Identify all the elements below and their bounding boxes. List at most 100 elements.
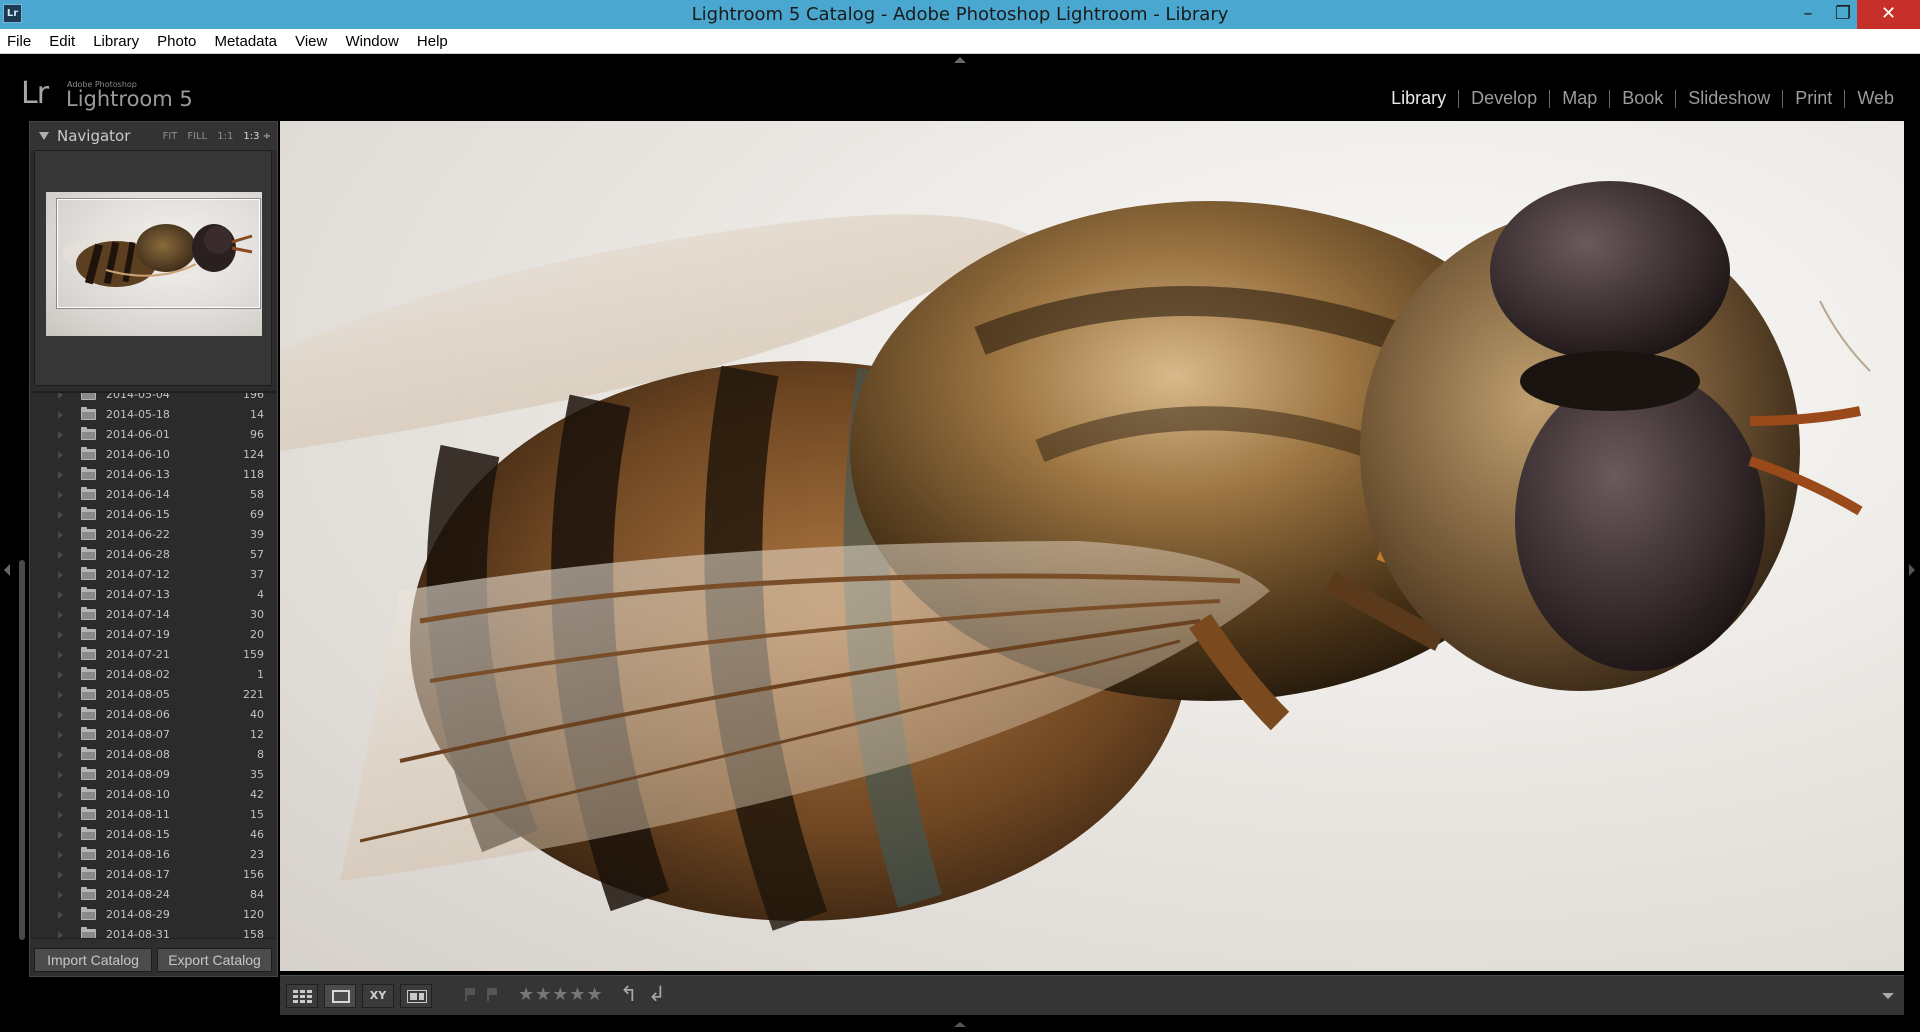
folder-expand-icon[interactable]: [58, 531, 63, 539]
folder-expand-icon[interactable]: [58, 711, 63, 719]
left-panel-scrollbar[interactable]: [19, 560, 25, 940]
folder-expand-icon[interactable]: [58, 671, 63, 679]
star-rating[interactable]: ★★★★★: [518, 984, 604, 1005]
close-button[interactable]: ✕: [1857, 0, 1920, 29]
folder-row[interactable]: 2014-06-10 124: [30, 445, 277, 465]
folder-expand-icon[interactable]: [58, 471, 63, 479]
folder-row[interactable]: 2014-07-21 159: [30, 645, 277, 665]
folder-expand-icon[interactable]: [58, 451, 63, 459]
folder-row[interactable]: 2014-06-01 96: [30, 425, 277, 445]
module-library[interactable]: Library: [1379, 88, 1458, 109]
folder-expand-icon[interactable]: [58, 651, 63, 659]
expand-right-panel-icon[interactable]: [1909, 564, 1915, 576]
folder-expand-icon[interactable]: [58, 411, 63, 419]
folder-expand-icon[interactable]: [58, 571, 63, 579]
menu-photo[interactable]: Photo: [157, 29, 196, 50]
flag-pick-icon[interactable]: [465, 988, 475, 1001]
folder-row[interactable]: 2014-06-28 57: [30, 545, 277, 565]
menu-view[interactable]: View: [295, 29, 327, 50]
folder-row[interactable]: 2014-08-24 84: [30, 885, 277, 905]
folder-row[interactable]: 2014-07-19 20: [30, 625, 277, 645]
collapse-filmstrip-icon[interactable]: [954, 1022, 966, 1027]
module-book[interactable]: Book: [1610, 88, 1675, 109]
minimize-button[interactable]: –: [1788, 0, 1828, 29]
toolbar-content-menu-icon[interactable]: [1882, 993, 1894, 999]
module-develop[interactable]: Develop: [1459, 88, 1549, 109]
navigator-preview[interactable]: [34, 150, 272, 386]
folder-expand-icon[interactable]: [58, 871, 63, 879]
folder-expand-icon[interactable]: [58, 891, 63, 899]
navigator-header[interactable]: Navigator FIT FILL 1:1 1:3 ÷: [30, 122, 277, 150]
import-catalog-button[interactable]: Import Catalog: [34, 948, 152, 972]
module-web[interactable]: Web: [1845, 88, 1906, 109]
zoom-fit[interactable]: FIT: [163, 131, 178, 142]
folder-expand-icon[interactable]: [58, 491, 63, 499]
folder-expand-icon[interactable]: [58, 393, 63, 399]
navigator-zoom-rectangle[interactable]: [57, 199, 260, 308]
folder-row[interactable]: 2014-08-16 23: [30, 845, 277, 865]
folder-row[interactable]: 2014-08-06 40: [30, 705, 277, 725]
navigator-collapse-icon[interactable]: [39, 132, 49, 140]
collapse-top-panel-icon[interactable]: [954, 57, 966, 63]
menu-library[interactable]: Library: [93, 29, 139, 50]
menu-edit[interactable]: Edit: [49, 29, 75, 50]
folder-expand-icon[interactable]: [58, 791, 63, 799]
rotate-left-icon[interactable]: ↰: [620, 982, 638, 1006]
zoom-custom[interactable]: 1:3 ÷: [243, 131, 271, 142]
folder-expand-icon[interactable]: [58, 591, 63, 599]
folder-expand-icon[interactable]: [58, 691, 63, 699]
folder-row[interactable]: 2014-08-08 8: [30, 745, 277, 765]
zoom-1-1[interactable]: 1:1: [217, 131, 233, 142]
menu-window[interactable]: Window: [345, 29, 398, 50]
folder-row[interactable]: 2014-06-15 69: [30, 505, 277, 525]
folder-expand-icon[interactable]: [58, 811, 63, 819]
folder-row[interactable]: 2014-08-02 1: [30, 665, 277, 685]
folder-expand-icon[interactable]: [58, 931, 63, 938]
folder-row[interactable]: 2014-08-10 42: [30, 785, 277, 805]
folder-expand-icon[interactable]: [58, 731, 63, 739]
menu-file[interactable]: File: [7, 29, 31, 50]
menu-metadata[interactable]: Metadata: [214, 29, 277, 50]
survey-view-button[interactable]: [400, 984, 432, 1008]
folder-row[interactable]: 2014-07-12 37: [30, 565, 277, 585]
module-print[interactable]: Print: [1783, 88, 1844, 109]
folder-expand-icon[interactable]: [58, 631, 63, 639]
loupe-image-view[interactable]: [280, 121, 1904, 971]
folder-expand-icon[interactable]: [58, 551, 63, 559]
folder-row[interactable]: 2014-08-11 15: [30, 805, 277, 825]
folder-expand-icon[interactable]: [58, 851, 63, 859]
folder-row[interactable]: 2014-08-31 158: [30, 925, 277, 938]
folder-row[interactable]: 2014-06-13 118: [30, 465, 277, 485]
collapse-left-panel-icon[interactable]: [4, 564, 10, 576]
folder-row[interactable]: 2014-08-15 46: [30, 825, 277, 845]
folder-expand-icon[interactable]: [58, 911, 63, 919]
folder-expand-icon[interactable]: [58, 611, 63, 619]
folder-row[interactable]: 2014-05-04 196: [30, 393, 277, 405]
folder-expand-icon[interactable]: [58, 511, 63, 519]
folder-row[interactable]: 2014-06-14 58: [30, 485, 277, 505]
right-panel-edge: [1905, 120, 1920, 978]
module-map[interactable]: Map: [1550, 88, 1609, 109]
folder-row[interactable]: 2014-08-29 120: [30, 905, 277, 925]
zoom-fill[interactable]: FILL: [187, 131, 207, 142]
folder-expand-icon[interactable]: [58, 751, 63, 759]
compare-view-button[interactable]: XY: [362, 984, 394, 1008]
folder-expand-icon[interactable]: [58, 771, 63, 779]
folder-row[interactable]: 2014-07-13 4: [30, 585, 277, 605]
folder-expand-icon[interactable]: [58, 431, 63, 439]
module-slideshow[interactable]: Slideshow: [1676, 88, 1782, 109]
folder-expand-icon[interactable]: [58, 831, 63, 839]
grid-view-button[interactable]: [286, 984, 318, 1008]
folder-row[interactable]: 2014-08-05 221: [30, 685, 277, 705]
folder-row[interactable]: 2014-08-07 12: [30, 725, 277, 745]
folder-row[interactable]: 2014-07-14 30: [30, 605, 277, 625]
export-catalog-button[interactable]: Export Catalog: [157, 948, 272, 972]
loupe-view-button[interactable]: [324, 984, 356, 1008]
folder-row[interactable]: 2014-05-18 14: [30, 405, 277, 425]
folder-row[interactable]: 2014-08-17 156: [30, 865, 277, 885]
menu-help[interactable]: Help: [417, 29, 448, 50]
flag-reject-icon[interactable]: [487, 988, 497, 1001]
folder-row[interactable]: 2014-08-09 35: [30, 765, 277, 785]
folder-row[interactable]: 2014-06-22 39: [30, 525, 277, 545]
rotate-right-icon[interactable]: ↲: [648, 982, 666, 1006]
